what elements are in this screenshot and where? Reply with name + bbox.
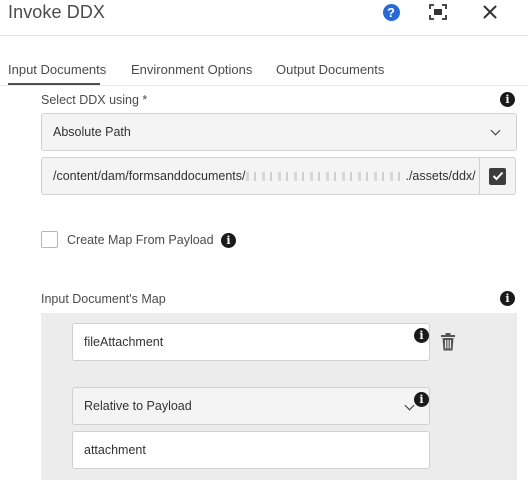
header-divider <box>0 35 528 36</box>
tab-input-documents[interactable]: Input Documents <box>8 62 106 77</box>
ddx-path-suffix: ./assets/ddx/ <box>405 169 476 183</box>
input-map-info-icon[interactable]: i <box>500 291 515 306</box>
create-map-label: Create Map From Payload <box>67 233 214 247</box>
map-entry-value-input[interactable]: attachment <box>72 431 430 469</box>
map-entry-name-value: fileAttachment <box>84 335 164 349</box>
map-entry-name-input[interactable]: fileAttachment <box>72 323 430 361</box>
map-entry-type-dropdown[interactable]: Relative to Payload <box>72 387 430 425</box>
chevron-down-icon <box>404 400 415 411</box>
checkmark-icon <box>489 167 506 185</box>
select-ddx-info-icon[interactable]: i <box>500 92 515 107</box>
ddx-path-input[interactable]: /content/dam/formsanddocuments/ ./assets… <box>41 157 480 195</box>
trash-icon[interactable] <box>440 333 456 351</box>
input-map-label: Input Document's Map <box>41 292 166 306</box>
confirm-path-button[interactable] <box>479 157 516 195</box>
ddx-path-prefix: /content/dam/formsanddocuments/ <box>53 169 246 183</box>
dialog-title: Invoke DDX <box>8 2 106 22</box>
redacted-path-segment <box>246 171 405 181</box>
chevron-down-icon <box>490 125 501 136</box>
create-map-info-icon[interactable]: i <box>221 233 236 248</box>
create-map-checkbox[interactable] <box>41 231 58 248</box>
close-icon[interactable] <box>480 2 500 22</box>
fullscreen-icon[interactable] <box>428 2 448 22</box>
select-ddx-value: Absolute Path <box>53 125 131 139</box>
tab-divider <box>0 85 528 86</box>
map-entry-info-icon[interactable]: i <box>414 328 429 343</box>
map-entry-value-text: attachment <box>84 443 146 457</box>
map-entry-type-info-icon[interactable]: i <box>414 392 429 407</box>
select-ddx-dropdown[interactable]: Absolute Path <box>41 113 517 151</box>
help-icon[interactable]: ? <box>381 2 401 22</box>
select-ddx-label: Select DDX using * <box>41 93 148 107</box>
map-entry-type-value: Relative to Payload <box>84 399 192 413</box>
tab-output-documents[interactable]: Output Documents <box>276 62 384 77</box>
tab-environment-options[interactable]: Environment Options <box>131 62 252 77</box>
